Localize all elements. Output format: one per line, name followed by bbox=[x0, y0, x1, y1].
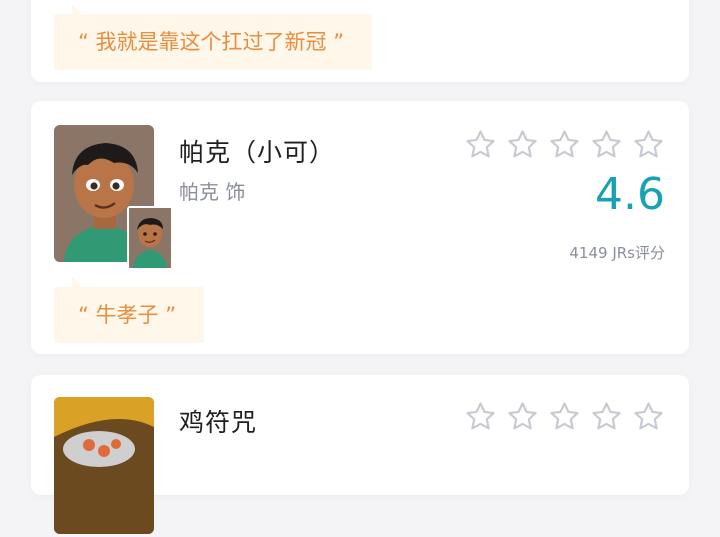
character-quote: “ 我就是靠这个扛过了新冠 ” bbox=[54, 4, 373, 70]
actor-name[interactable]: 帕克 饰 bbox=[179, 176, 245, 205]
star-outline-icon[interactable] bbox=[506, 128, 539, 161]
star-outline-icon[interactable] bbox=[548, 128, 581, 161]
character-avatar[interactable] bbox=[54, 397, 154, 537]
star-outline-icon[interactable] bbox=[632, 400, 665, 433]
average-score: 4.6 bbox=[595, 169, 665, 220]
avatar-thumbnail bbox=[127, 206, 173, 270]
star-outline-icon[interactable] bbox=[464, 128, 497, 161]
character-card-1[interactable]: “ 我就是靠这个扛过了新冠 ” bbox=[31, 0, 689, 82]
character-quote: “ 牛孝子 ” bbox=[54, 277, 205, 343]
cartoon-boy-thumbnail bbox=[129, 208, 171, 268]
star-outline-icon[interactable] bbox=[464, 400, 497, 433]
star-outline-icon[interactable] bbox=[632, 128, 665, 161]
cartoon-food-portrait bbox=[54, 397, 154, 534]
character-card-2[interactable]: 帕克（小可） 帕克 饰 4.6 4149 JRs评分 “ 牛孝子 ” bbox=[31, 101, 689, 354]
star-outline-icon[interactable] bbox=[506, 400, 539, 433]
rating-count: 4149 JRs评分 bbox=[569, 244, 665, 262]
avatar bbox=[54, 397, 154, 534]
star-outline-icon[interactable] bbox=[590, 400, 623, 433]
star-outline-icon[interactable] bbox=[590, 128, 623, 161]
rating-stars[interactable] bbox=[464, 128, 665, 161]
character-card-3[interactable]: 鸡符咒 bbox=[31, 375, 689, 534]
star-outline-icon[interactable] bbox=[548, 400, 581, 433]
character-avatar[interactable] bbox=[54, 125, 173, 270]
character-name[interactable]: 鸡符咒 bbox=[179, 403, 257, 439]
character-name[interactable]: 帕克（小可） bbox=[179, 133, 335, 169]
rating-stars[interactable] bbox=[464, 400, 665, 433]
